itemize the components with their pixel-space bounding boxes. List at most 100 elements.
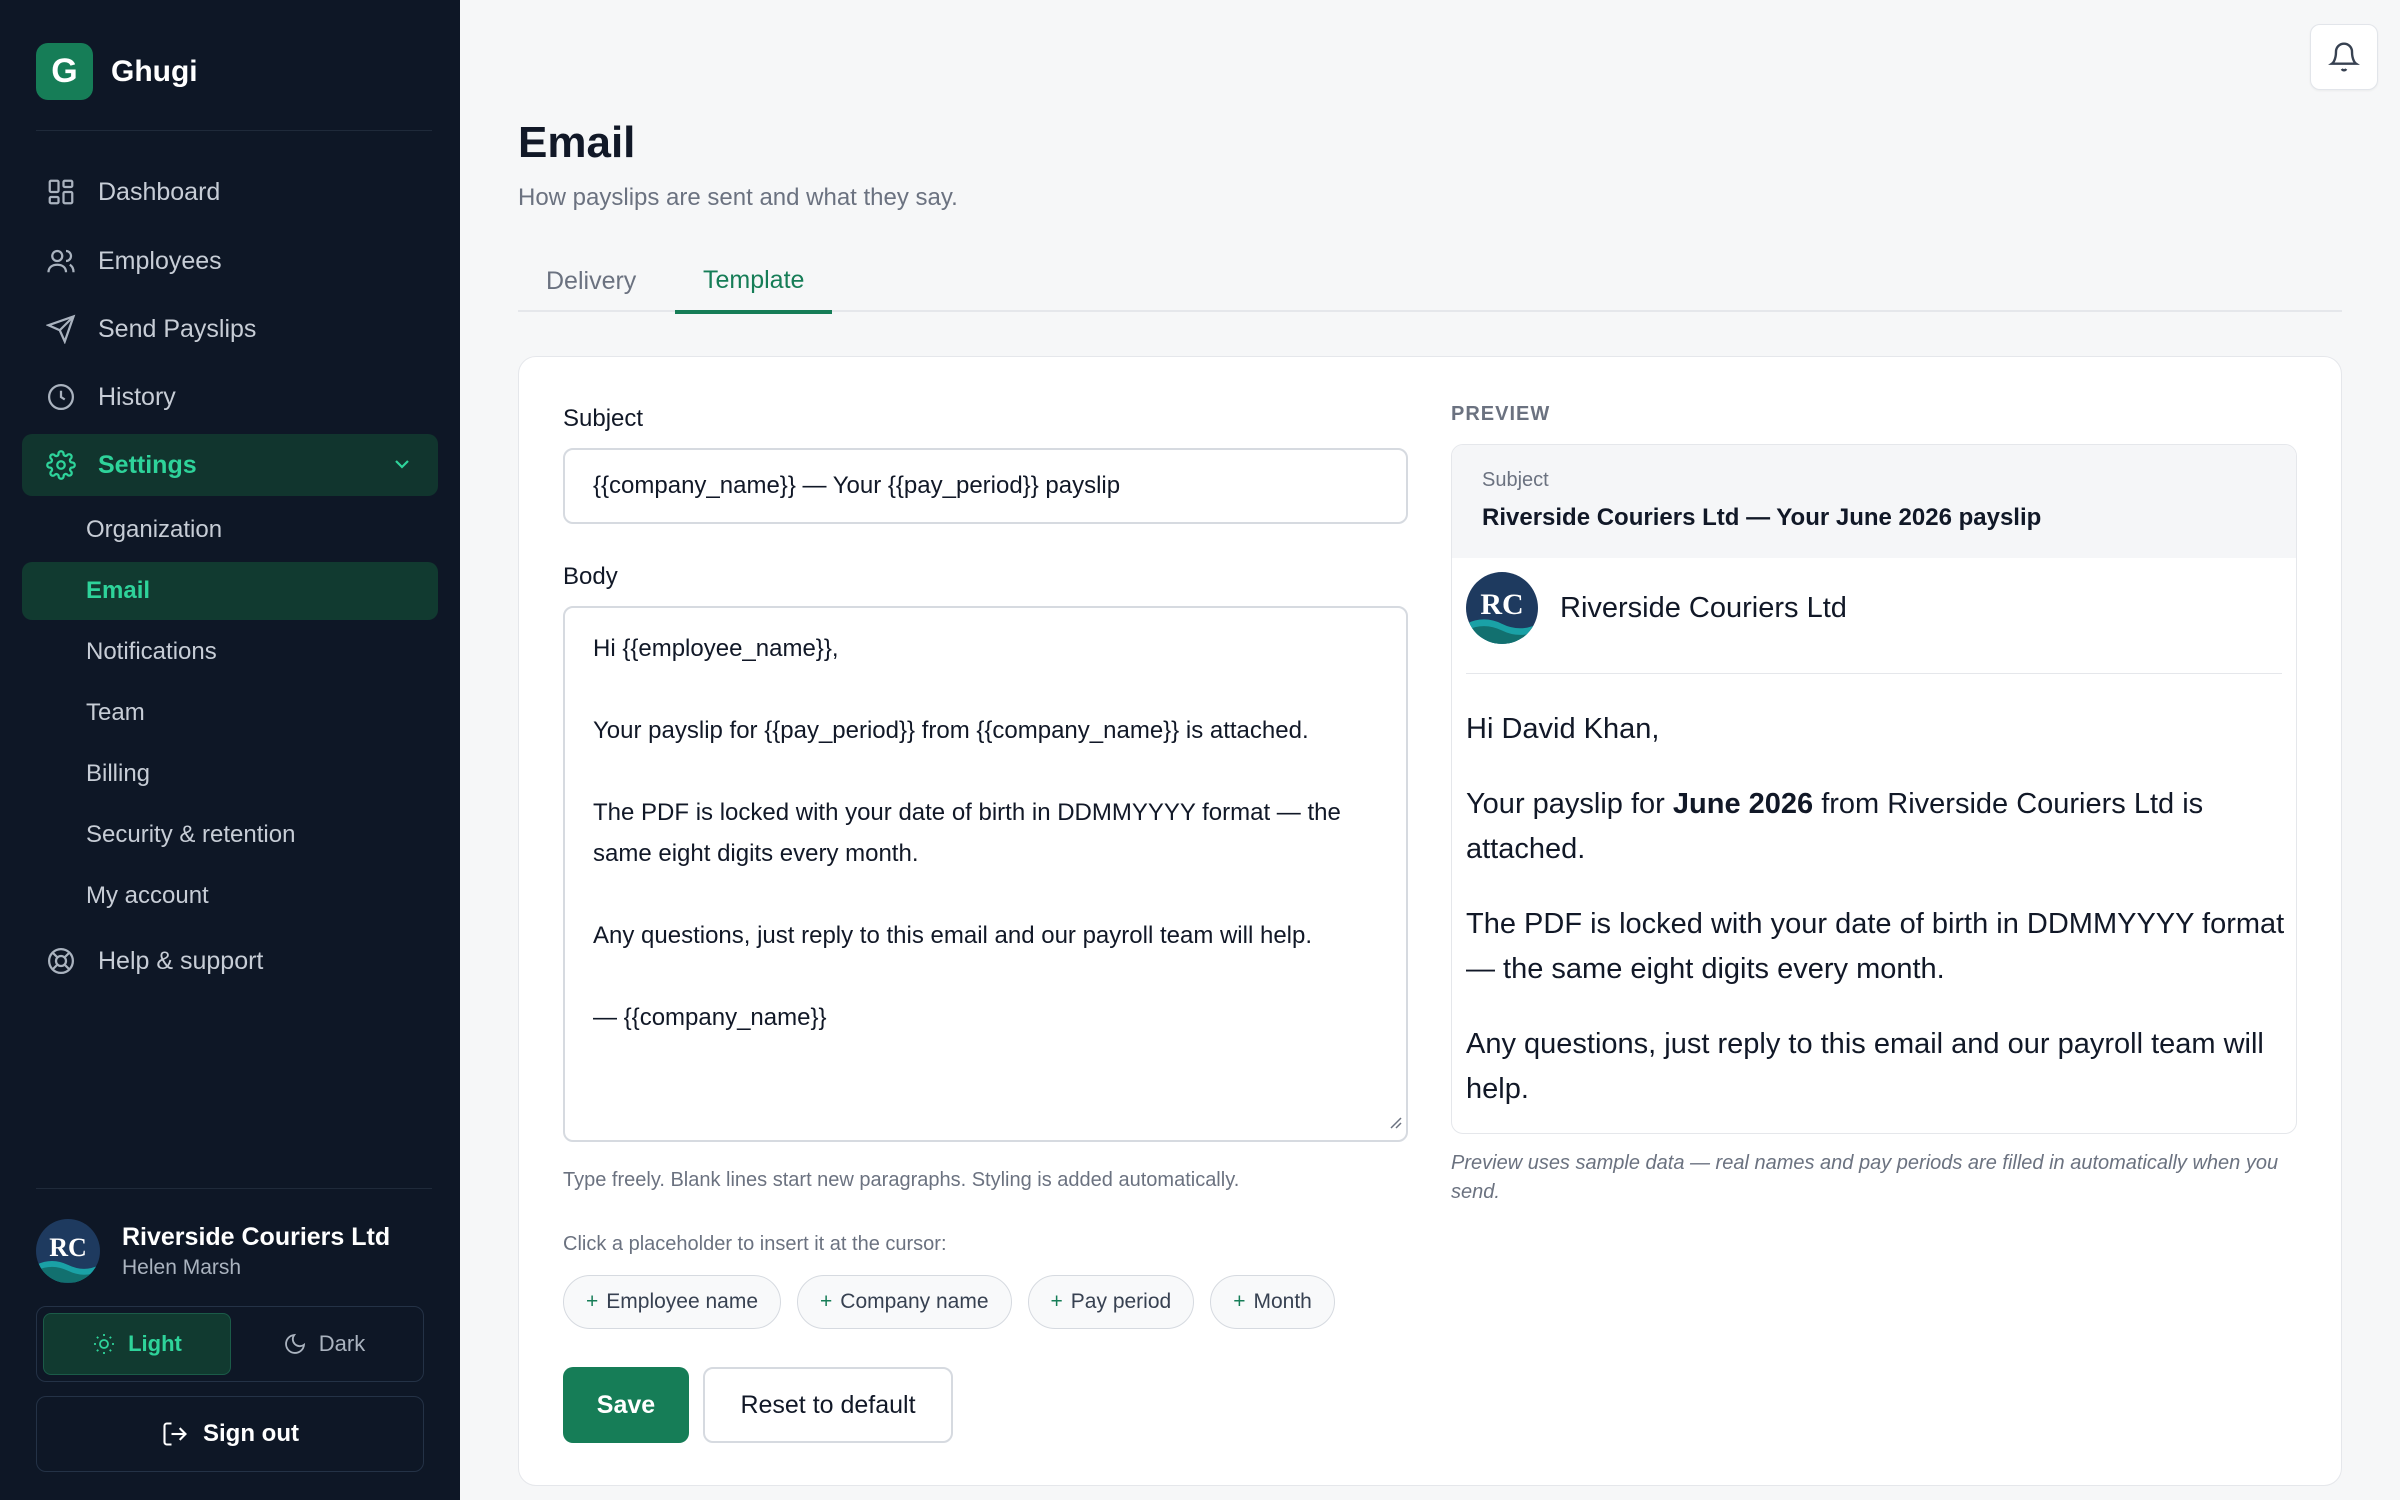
sidebar: G Ghugi Dashboard Employees Send Payslip… [0, 0, 460, 1500]
email-preview: Subject Riverside Couriers Ltd — Your Ju… [1451, 444, 2297, 1134]
clock-icon [44, 380, 78, 414]
settings-sub-organization[interactable]: Organization [22, 501, 438, 559]
preview-text: Your payslip for [1466, 788, 1673, 820]
reset-to-default-button[interactable]: Reset to default [703, 1367, 953, 1443]
gear-icon [44, 448, 78, 482]
sign-out-icon [163, 1422, 187, 1446]
dashboard-icon [44, 175, 78, 209]
theme-light-label: Light [128, 1331, 182, 1356]
chip-label: Company name [840, 1290, 989, 1313]
body-line [593, 956, 1378, 997]
preview-pay-period: June 2026 [1672, 788, 1814, 820]
plus-icon: + [820, 1290, 833, 1313]
account-org-name: Riverside Couriers Ltd [122, 1222, 391, 1251]
sidebar-divider [36, 130, 432, 131]
theme-dark-button[interactable]: Dark [231, 1313, 417, 1375]
sidebar-item-employees[interactable]: Employees [22, 230, 438, 292]
theme-dark-label: Dark [318, 1331, 366, 1356]
body-label: Body [563, 563, 618, 590]
preview-paragraph-3: Any questions, just reply to this email … [1466, 1028, 2264, 1105]
brand-logo: G [36, 43, 93, 100]
sidebar-item-settings[interactable]: Settings [22, 434, 438, 496]
body-line: — {{company_name}} [593, 1004, 827, 1031]
theme-switch: Light Dark [36, 1306, 424, 1382]
sidebar-item-label: Employees [98, 246, 222, 275]
body-hint: Type freely. Blank lines start new parag… [563, 1169, 1240, 1191]
preview-divider [1466, 673, 2282, 674]
settings-sub-team[interactable]: Team [22, 684, 438, 742]
preview-label: PREVIEW [1451, 403, 1551, 425]
body-line [593, 751, 1378, 792]
body-line: The PDF is locked with your date of birt… [593, 799, 1341, 826]
body-line [593, 874, 1378, 915]
sidebar-item-dashboard[interactable]: Dashboard [22, 161, 438, 223]
sun-icon [94, 1334, 115, 1354]
chip-label: Employee name [606, 1290, 759, 1313]
chip-label: Month [1253, 1290, 1312, 1313]
resize-handle-icon[interactable] [1388, 1108, 1402, 1136]
avatar: RC [36, 1219, 100, 1283]
placeholder-chip-company-name[interactable]: + Company name [797, 1275, 1012, 1329]
body-textarea[interactable]: Hi {{employee_name}}, Your payslip for {… [563, 606, 1408, 1142]
notifications-button[interactable] [2310, 24, 2378, 90]
bell-icon [2328, 42, 2360, 72]
brand[interactable]: G Ghugi [36, 43, 198, 100]
settings-sub-billing[interactable]: Billing [22, 745, 438, 803]
sidebar-item-label: Send Payslips [98, 314, 257, 343]
theme-light-button[interactable]: Light [43, 1313, 231, 1375]
sidebar-divider [36, 1188, 432, 1189]
save-button[interactable]: Save [563, 1367, 689, 1443]
preview-note: Preview uses sample data — real names an… [1451, 1152, 2279, 1203]
body-line [593, 669, 1378, 710]
placeholder-chip-pay-period[interactable]: + Pay period [1027, 1275, 1195, 1329]
placeholder-hint: Click a placeholder to insert it at the … [563, 1233, 947, 1255]
tab-template[interactable]: Template [675, 250, 833, 314]
account-summary[interactable]: RC Riverside Couriers Ltd Helen Marsh [36, 1219, 390, 1283]
subject-input[interactable]: {{company_name}} — Your {{pay_period}} p… [563, 448, 1408, 524]
body-line: Your payslip for {{pay_period}} from {{c… [593, 717, 1309, 744]
body-line: Any questions, just reply to this email … [593, 922, 1313, 949]
lifebuoy-icon [44, 944, 78, 978]
settings-sub-security[interactable]: Security & retention [22, 806, 438, 864]
users-icon [44, 244, 78, 278]
sidebar-item-help[interactable]: Help & support [22, 930, 438, 992]
preview-company-name: Riverside Couriers Ltd [1560, 591, 1847, 624]
preview-body: Hi David Khan, Your payslip for June 202… [1466, 707, 2286, 1133]
preview-greeting: Hi David Khan, [1466, 713, 1660, 745]
body-line: same eight digits every month. [593, 840, 919, 867]
body-line: Hi {{employee_name}}, [593, 635, 839, 662]
preview-paragraph-2: The PDF is locked with your date of birt… [1466, 908, 2285, 985]
placeholder-chip-employee-name[interactable]: + Employee name [563, 1275, 782, 1329]
sidebar-item-send-payslips[interactable]: Send Payslips [22, 298, 438, 360]
sidebar-item-history[interactable]: History [22, 366, 438, 428]
placeholder-chip-month[interactable]: + Month [1210, 1275, 1335, 1329]
sign-out-button[interactable]: Sign out [36, 1396, 424, 1472]
subject-label: Subject [563, 405, 644, 432]
brand-name: Ghugi [111, 54, 198, 88]
preview-subject-label: Subject [1482, 469, 1549, 491]
settings-sub-my-account[interactable]: My account [22, 867, 438, 925]
sidebar-item-label: Settings [98, 450, 197, 479]
sidebar-item-label: History [98, 382, 176, 411]
tab-bar: Delivery Template [518, 250, 2342, 314]
sidebar-item-label: Help & support [98, 946, 264, 975]
plus-icon: + [586, 1290, 599, 1313]
page-subtitle: How payslips are sent and what they say. [518, 184, 958, 211]
chevron-down-icon [390, 452, 414, 483]
account-user-name: Helen Marsh [122, 1255, 242, 1279]
tab-delivery[interactable]: Delivery [518, 250, 664, 312]
settings-sub-notifications[interactable]: Notifications [22, 623, 438, 681]
page-title: Email [518, 118, 636, 167]
preview-company: RC Riverside Couriers Ltd [1466, 572, 1847, 644]
avatar-monogram: RC [49, 1233, 87, 1262]
settings-sub-email[interactable]: Email [22, 562, 438, 620]
send-icon [44, 312, 78, 346]
moon-icon [284, 1333, 305, 1354]
company-logo: RC [1466, 572, 1538, 644]
preview-paragraph-1: Your payslip for June 2026 from Riversid… [1466, 782, 2286, 872]
plus-icon: + [1050, 1290, 1063, 1313]
preview-subject-header: Subject Riverside Couriers Ltd — Your Ju… [1452, 445, 2296, 558]
sidebar-item-label: Dashboard [98, 177, 221, 206]
preview-subject: Riverside Couriers Ltd — Your June 2026 … [1482, 504, 2042, 531]
company-monogram: RC [1480, 588, 1524, 621]
